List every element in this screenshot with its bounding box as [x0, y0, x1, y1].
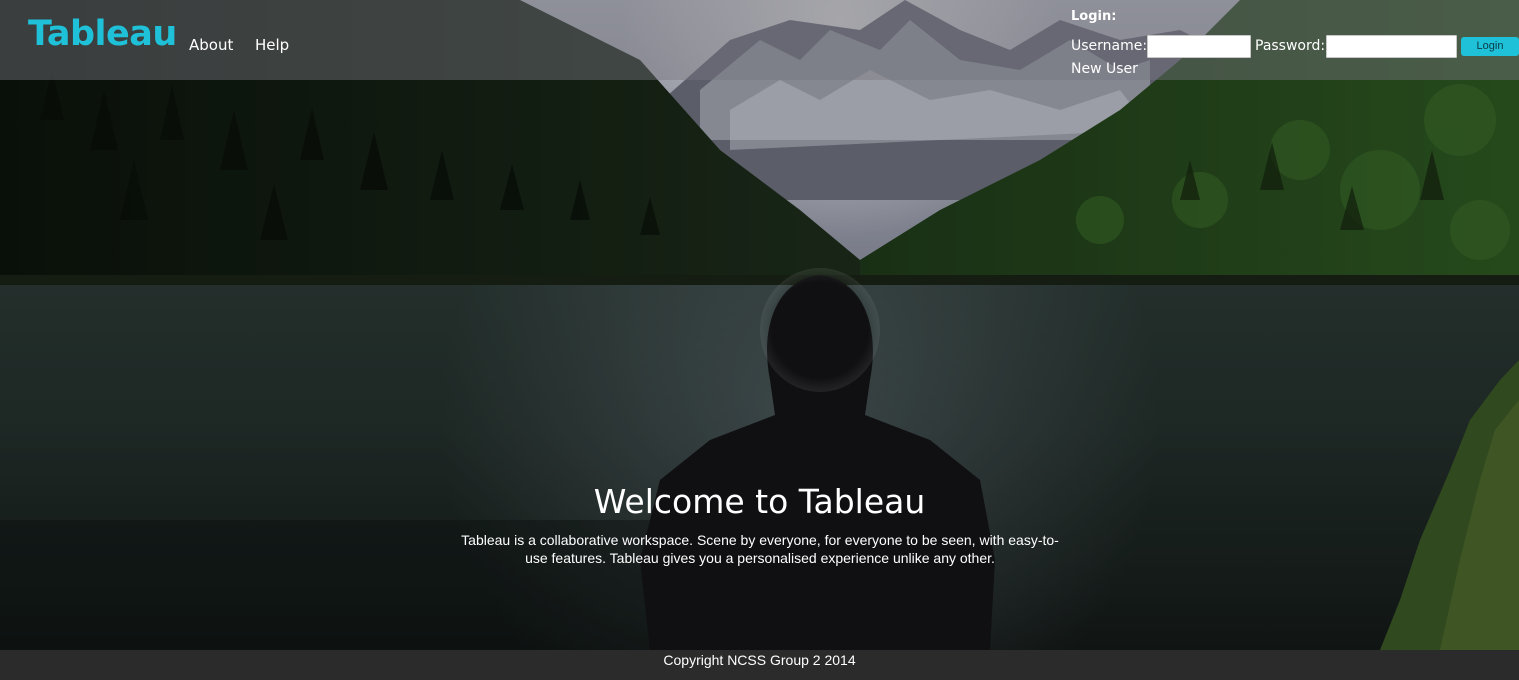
- page-footer: Copyright NCSS Group 2 2014: [0, 650, 1519, 680]
- brand-logo-link[interactable]: Tableau: [28, 14, 177, 54]
- hero-description: Tableau is a collaborative workspace. Sc…: [461, 532, 1059, 566]
- nav-about-link[interactable]: About: [189, 36, 233, 54]
- username-label: Username:: [1071, 38, 1148, 54]
- top-header-bar: Tableau About Help Login: Username: Pass…: [0, 0, 1519, 80]
- new-user-link[interactable]: New User: [1071, 61, 1138, 77]
- username-input[interactable]: [1147, 35, 1251, 58]
- password-input[interactable]: [1326, 35, 1457, 58]
- copyright-text: Copyright NCSS Group 2 2014: [663, 652, 856, 668]
- nav-help-link[interactable]: Help: [255, 36, 289, 54]
- login-heading: Login:: [1071, 9, 1117, 24]
- hero-title: Welcome to Tableau: [593, 482, 926, 521]
- login-button[interactable]: Login: [1461, 37, 1519, 56]
- password-label: Password:: [1255, 38, 1326, 54]
